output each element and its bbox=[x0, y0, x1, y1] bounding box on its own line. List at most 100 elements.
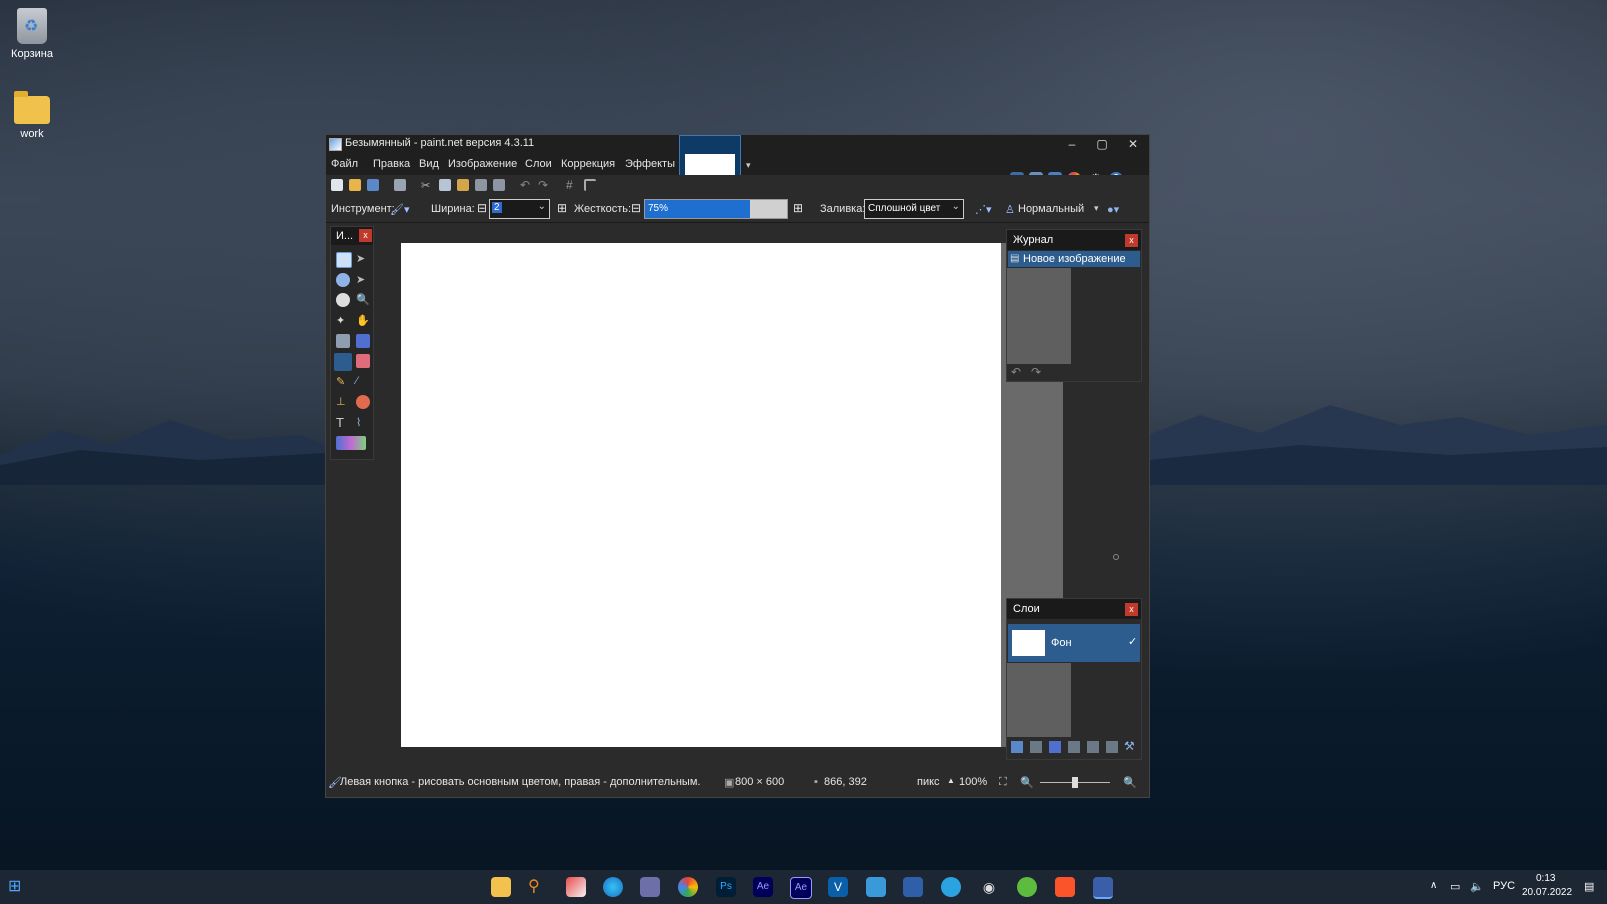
paint-bucket-icon[interactable] bbox=[336, 334, 350, 348]
menu-effects[interactable]: Эффекты bbox=[625, 158, 675, 170]
start-windows-icon[interactable]: ⊞ bbox=[8, 877, 28, 897]
tabs-dropdown-icon[interactable]: ▾ bbox=[746, 160, 754, 170]
desktop-icon-recycle-bin[interactable]: Корзина bbox=[0, 8, 64, 60]
clone-stamp-icon[interactable]: ⊥ bbox=[336, 395, 350, 409]
ellipse-select-icon[interactable] bbox=[336, 293, 350, 307]
layer-properties-icon[interactable]: ⚒ bbox=[1124, 739, 1135, 753]
hardness-decrease-icon[interactable]: ⊟ bbox=[631, 201, 641, 215]
layer-row[interactable]: Фон ✓ bbox=[1008, 624, 1140, 662]
photoshop-icon[interactable]: Ps bbox=[716, 877, 736, 897]
units-chevron-icon[interactable]: ▲ bbox=[947, 776, 955, 785]
print-icon[interactable] bbox=[394, 179, 406, 191]
pan-icon[interactable]: ✋ bbox=[356, 314, 370, 328]
layers-close-icon[interactable]: x bbox=[1125, 603, 1138, 616]
clock-time[interactable]: 0:13 bbox=[1536, 873, 1555, 884]
magic-wand-icon[interactable]: ✦ bbox=[336, 314, 350, 328]
file-explorer-icon[interactable] bbox=[491, 877, 511, 897]
color-picker-icon[interactable]: ⁄ bbox=[356, 375, 370, 389]
rulers-icon[interactable] bbox=[584, 179, 596, 191]
history-close-icon[interactable]: x bbox=[1125, 234, 1138, 247]
after-effects-icon[interactable]: Ae bbox=[753, 877, 773, 897]
eraser-icon[interactable] bbox=[356, 354, 370, 368]
move-selection-icon[interactable]: ➤ bbox=[356, 273, 370, 287]
blend-mode-icon[interactable]: ♙ bbox=[1005, 203, 1015, 216]
antialias-icon[interactable]: ⋰▾ bbox=[975, 203, 992, 216]
paintbrush-icon[interactable] bbox=[334, 353, 352, 371]
network-icon[interactable]: ▭ bbox=[1450, 880, 1460, 893]
chrome-icon[interactable] bbox=[678, 877, 698, 897]
rectangle-select-icon[interactable] bbox=[336, 252, 352, 268]
merge-layer-icon[interactable] bbox=[1068, 741, 1080, 753]
grid-icon[interactable]: # bbox=[566, 179, 578, 191]
zoom-slider-thumb[interactable] bbox=[1072, 777, 1078, 788]
duplicate-layer-icon[interactable] bbox=[1049, 741, 1061, 753]
vegas-icon[interactable]: V bbox=[828, 877, 848, 897]
paste-icon[interactable] bbox=[457, 179, 469, 191]
obs-icon[interactable]: ◉ bbox=[979, 877, 999, 897]
menu-view[interactable]: Вид bbox=[419, 158, 439, 170]
language-indicator[interactable]: РУС bbox=[1493, 880, 1515, 892]
shapes-icon[interactable] bbox=[336, 436, 366, 450]
lasso-select-icon[interactable] bbox=[336, 273, 350, 287]
chevron-down-icon[interactable]: ⌄ bbox=[538, 201, 546, 212]
gradient-icon[interactable] bbox=[356, 334, 370, 348]
notifications-icon[interactable]: ▤ bbox=[1584, 880, 1594, 893]
move-layer-down-icon[interactable] bbox=[1106, 741, 1118, 753]
maximize-button[interactable]: ▢ bbox=[1087, 135, 1117, 153]
blend-mode-value[interactable]: Нормальный bbox=[1018, 203, 1084, 215]
zoom-icon[interactable]: 🔍 bbox=[356, 293, 370, 307]
menu-file[interactable]: Файл bbox=[331, 158, 358, 170]
menu-layers[interactable]: Слои bbox=[525, 158, 552, 170]
menu-edit[interactable]: Правка bbox=[373, 158, 410, 170]
menu-image[interactable]: Изображение bbox=[448, 158, 517, 170]
save-icon[interactable] bbox=[367, 179, 379, 191]
zoom-to-window-icon[interactable]: ⛶ bbox=[999, 776, 1007, 789]
menu-adjustments[interactable]: Коррекция bbox=[561, 158, 615, 170]
clock-date[interactable]: 20.07.2022 bbox=[1522, 887, 1572, 898]
selection-mode-icon[interactable]: ●▾ bbox=[1107, 203, 1119, 216]
add-layer-icon[interactable] bbox=[1011, 741, 1023, 753]
tray-chevron-icon[interactable]: ∧ bbox=[1430, 880, 1437, 891]
edge-icon[interactable] bbox=[603, 877, 623, 897]
width-decrease-icon[interactable]: ⊟ bbox=[477, 201, 487, 215]
eraser-app-icon[interactable] bbox=[566, 877, 586, 897]
fill-dropdown[interactable]: Сплошной цвет ⌄ bbox=[864, 199, 964, 219]
deselect-icon[interactable] bbox=[493, 179, 505, 191]
text-icon[interactable]: T bbox=[336, 416, 350, 430]
utorrent-icon[interactable] bbox=[1017, 877, 1037, 897]
zoom-in-icon[interactable]: 🔍 bbox=[1123, 776, 1137, 789]
close-button[interactable]: ✕ bbox=[1118, 135, 1148, 153]
desktop-icon-work-folder[interactable]: work bbox=[0, 91, 64, 140]
redo-icon[interactable]: ↷ bbox=[538, 179, 550, 191]
width-input[interactable]: 2 ⌄ bbox=[489, 199, 550, 219]
undo-icon[interactable]: ↶ bbox=[520, 179, 532, 191]
hardness-slider[interactable]: 75% bbox=[644, 199, 788, 219]
pencil-icon[interactable]: ✎ bbox=[336, 375, 350, 389]
virtual-desktop-icon[interactable] bbox=[903, 877, 923, 897]
volume-icon[interactable]: 🔈 bbox=[1470, 880, 1484, 893]
open-icon[interactable] bbox=[349, 179, 361, 191]
notepad-icon[interactable] bbox=[866, 877, 886, 897]
drawing-canvas[interactable] bbox=[401, 243, 1001, 747]
move-layer-up-icon[interactable] bbox=[1087, 741, 1099, 753]
zoom-value[interactable]: 100% bbox=[959, 776, 987, 788]
width-increase-icon[interactable]: ⊞ bbox=[557, 201, 567, 215]
cut-icon[interactable]: ✂ bbox=[421, 179, 433, 192]
crop-icon[interactable] bbox=[475, 179, 487, 191]
chevron-down-icon[interactable]: ▾ bbox=[1094, 203, 1099, 214]
delete-layer-icon[interactable] bbox=[1030, 741, 1042, 753]
new-icon[interactable] bbox=[331, 179, 343, 191]
tools-close-icon[interactable]: x bbox=[359, 229, 372, 242]
after-effects-2-icon[interactable]: Ae bbox=[790, 877, 812, 899]
telegram-icon[interactable] bbox=[941, 877, 961, 897]
minimize-button[interactable]: – bbox=[1057, 135, 1087, 153]
layer-visible-checkbox[interactable]: ✓ bbox=[1128, 635, 1137, 648]
history-redo-icon[interactable]: ↷ bbox=[1031, 365, 1041, 379]
history-item[interactable]: ▤ Новое изображение bbox=[1008, 251, 1140, 267]
units-selector[interactable]: пикс bbox=[917, 776, 940, 788]
paintnet-taskbar-icon[interactable] bbox=[1093, 877, 1113, 899]
copy-icon[interactable] bbox=[439, 179, 451, 191]
zoom-out-icon[interactable]: 🔍 bbox=[1020, 776, 1034, 789]
search-icon[interactable]: ⚲ bbox=[528, 877, 548, 897]
recolor-icon[interactable] bbox=[356, 395, 370, 409]
